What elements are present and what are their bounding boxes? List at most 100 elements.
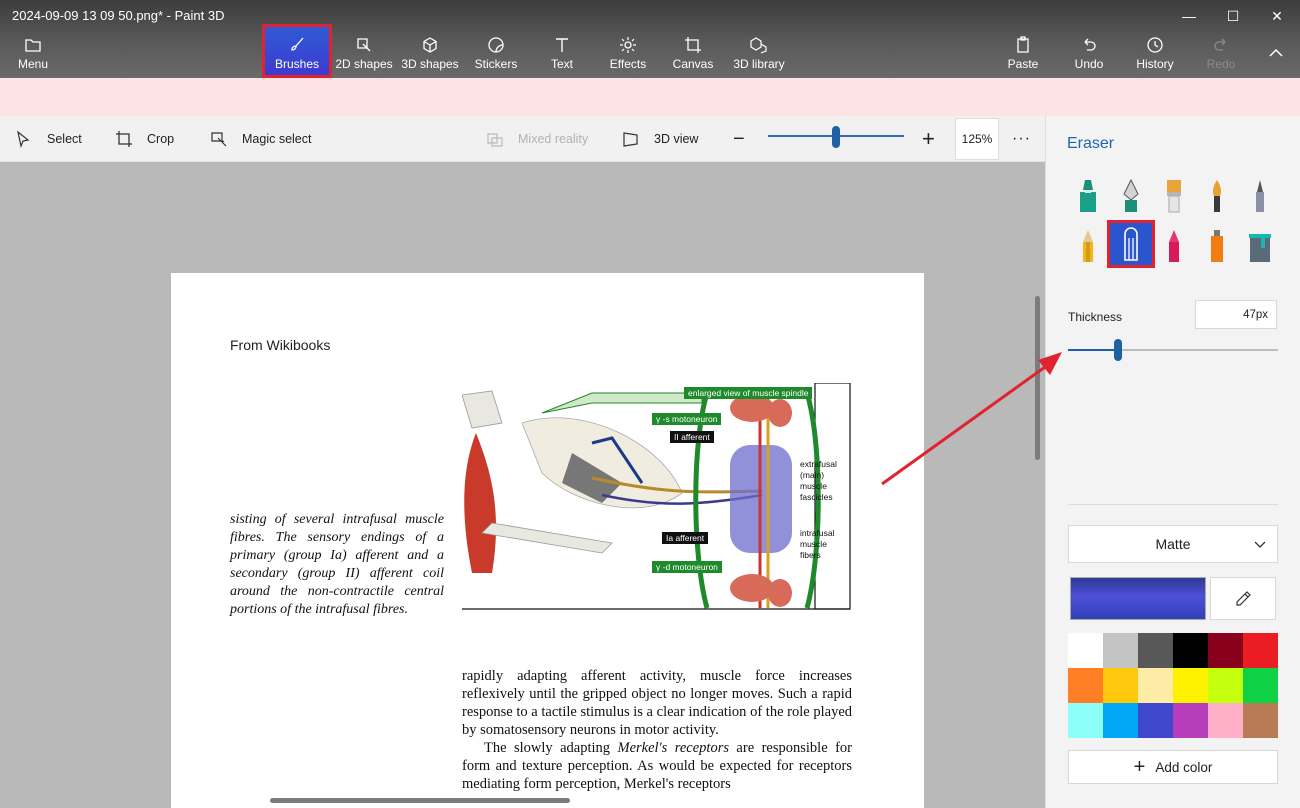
color-swatch[interactable] <box>1243 703 1278 738</box>
window-title: 2024-09-09 13 09 50.png* - Paint 3D <box>12 8 225 23</box>
oil-brush-icon <box>1167 180 1181 213</box>
color-swatch[interactable] <box>1208 633 1243 668</box>
tool-2d-shapes[interactable]: 2D shapes <box>331 36 397 76</box>
add-color-button[interactable]: + Add color <box>1068 750 1278 784</box>
magic-select-icon <box>211 132 227 147</box>
clipboard-icon <box>1017 36 1029 53</box>
color-swatch[interactable] <box>1173 633 1208 668</box>
library-icon <box>750 37 767 54</box>
color-swatch[interactable] <box>1138 703 1173 738</box>
color-swatch[interactable] <box>1243 633 1278 668</box>
clock-icon <box>1147 37 1163 53</box>
brush-calligraphy-pen[interactable] <box>1109 174 1153 218</box>
cube-icon <box>423 37 437 53</box>
document-image[interactable]: From Wikibooks sisting of several intraf… <box>171 273 924 808</box>
color-swatch[interactable] <box>1068 633 1103 668</box>
eraser-icon <box>1124 227 1138 261</box>
brush-oil[interactable] <box>1152 174 1196 218</box>
figure-label-enlarged: enlarged view of muscle spindle <box>684 387 812 399</box>
tool-3d-shapes[interactable]: 3D shapes <box>397 36 463 76</box>
figure-label-intrafusal: intrafusal muscle fibers <box>800 528 835 560</box>
crayon-icon <box>1169 230 1179 262</box>
muscle-spindle-figure: enlarged view of muscle spindle γ -s mot… <box>461 382 852 611</box>
brush-pixel-pen[interactable] <box>1238 174 1282 218</box>
zoom-in-button[interactable]: + <box>922 116 935 162</box>
brush-spray-can[interactable] <box>1195 224 1239 268</box>
watercolor-icon <box>1213 180 1221 212</box>
pen-icon <box>1123 178 1139 212</box>
tool-brushes[interactable]: Brushes <box>262 24 332 78</box>
eyedropper-button[interactable] <box>1210 577 1276 620</box>
history-button[interactable]: History <box>1122 36 1188 76</box>
color-swatch[interactable] <box>1103 703 1138 738</box>
pixel-pen-icon <box>1256 180 1264 212</box>
brush-pencil[interactable] <box>1066 224 1110 268</box>
color-swatch[interactable] <box>1068 668 1103 703</box>
color-swatch[interactable] <box>1208 703 1243 738</box>
brush-watercolor[interactable] <box>1195 174 1239 218</box>
thickness-slider-fill <box>1068 349 1119 351</box>
tool-canvas[interactable]: Canvas <box>660 36 726 76</box>
color-swatch[interactable] <box>1068 703 1103 738</box>
fill-bucket-icon <box>1249 234 1271 262</box>
shapes-2d-icon <box>357 38 371 52</box>
canvas-icon <box>685 37 701 53</box>
tool-effects[interactable]: Effects <box>595 36 661 76</box>
brush-icon <box>291 37 304 51</box>
color-swatch[interactable] <box>1173 668 1208 703</box>
brush-eraser[interactable] <box>1107 220 1155 268</box>
color-swatch[interactable] <box>1103 668 1138 703</box>
crop-icon <box>116 131 132 147</box>
zoom-out-button[interactable]: − <box>733 116 745 162</box>
mixed-reality-icon <box>487 133 503 147</box>
document-heading: From Wikibooks <box>230 337 331 353</box>
text-icon <box>556 38 568 52</box>
minimize-button[interactable]: — <box>1166 2 1212 30</box>
sun-icon <box>620 37 636 53</box>
color-swatch[interactable] <box>1103 633 1138 668</box>
mixed-reality-button[interactable]: Mixed reality <box>486 116 588 162</box>
color-swatch[interactable] <box>1243 668 1278 703</box>
crop-button[interactable]: Crop <box>115 116 174 162</box>
color-swatch[interactable] <box>1173 703 1208 738</box>
undo-button[interactable]: Undo <box>1056 36 1122 76</box>
tool-stickers[interactable]: Stickers <box>463 36 529 76</box>
tool-3d-library[interactable]: 3D library <box>726 36 792 76</box>
color-palette <box>1068 633 1278 739</box>
marker-icon <box>1080 180 1096 212</box>
panel-title: Eraser <box>1067 135 1115 152</box>
notification-band <box>0 78 1300 116</box>
select-button[interactable]: Select <box>15 116 82 162</box>
cursor-icon <box>17 130 30 148</box>
thickness-slider-thumb[interactable] <box>1114 339 1123 361</box>
color-swatch[interactable] <box>1208 668 1243 703</box>
menu-button[interactable]: Menu <box>0 36 66 76</box>
current-color-swatch[interactable] <box>1070 577 1206 620</box>
vertical-scrollbar[interactable] <box>1035 296 1040 460</box>
document-body: rapidly adapting afferent activity, musc… <box>462 667 852 793</box>
brush-marker[interactable] <box>1066 174 1110 218</box>
figure-label-extrafusal: extrafusal (main) muscle fascicles <box>800 459 837 502</box>
figure-caption: sisting of several intrafusal muscle fib… <box>230 512 444 617</box>
spray-can-icon <box>1211 230 1223 262</box>
more-options-button[interactable]: ··· <box>1012 116 1031 162</box>
brush-fill[interactable] <box>1238 224 1282 268</box>
thickness-input[interactable]: 47px <box>1195 300 1277 329</box>
pencil-icon <box>1083 230 1093 262</box>
paste-button[interactable]: Paste <box>990 36 1056 76</box>
brush-crayon[interactable] <box>1152 224 1196 268</box>
tool-text[interactable]: Text <box>529 36 595 76</box>
selection-toolbar: Select Crop Magic select Mixed reality 3… <box>0 116 1045 162</box>
figure-label-gamma-d: γ -d motoneuron <box>652 561 722 573</box>
color-swatch[interactable] <box>1138 668 1173 703</box>
maximize-button[interactable]: ☐ <box>1210 2 1256 30</box>
magic-select-button[interactable]: Magic select <box>210 116 311 162</box>
folder-icon <box>25 39 41 52</box>
close-button[interactable]: ✕ <box>1254 2 1300 30</box>
figure-label-ia-afferent: Ia afferent <box>662 532 709 544</box>
finish-dropdown[interactable]: Matte <box>1068 525 1278 563</box>
zoom-slider-thumb[interactable] <box>832 126 840 148</box>
3d-view-button[interactable]: 3D view <box>622 116 698 162</box>
color-swatch[interactable] <box>1138 633 1173 668</box>
horizontal-scrollbar[interactable] <box>270 798 570 803</box>
